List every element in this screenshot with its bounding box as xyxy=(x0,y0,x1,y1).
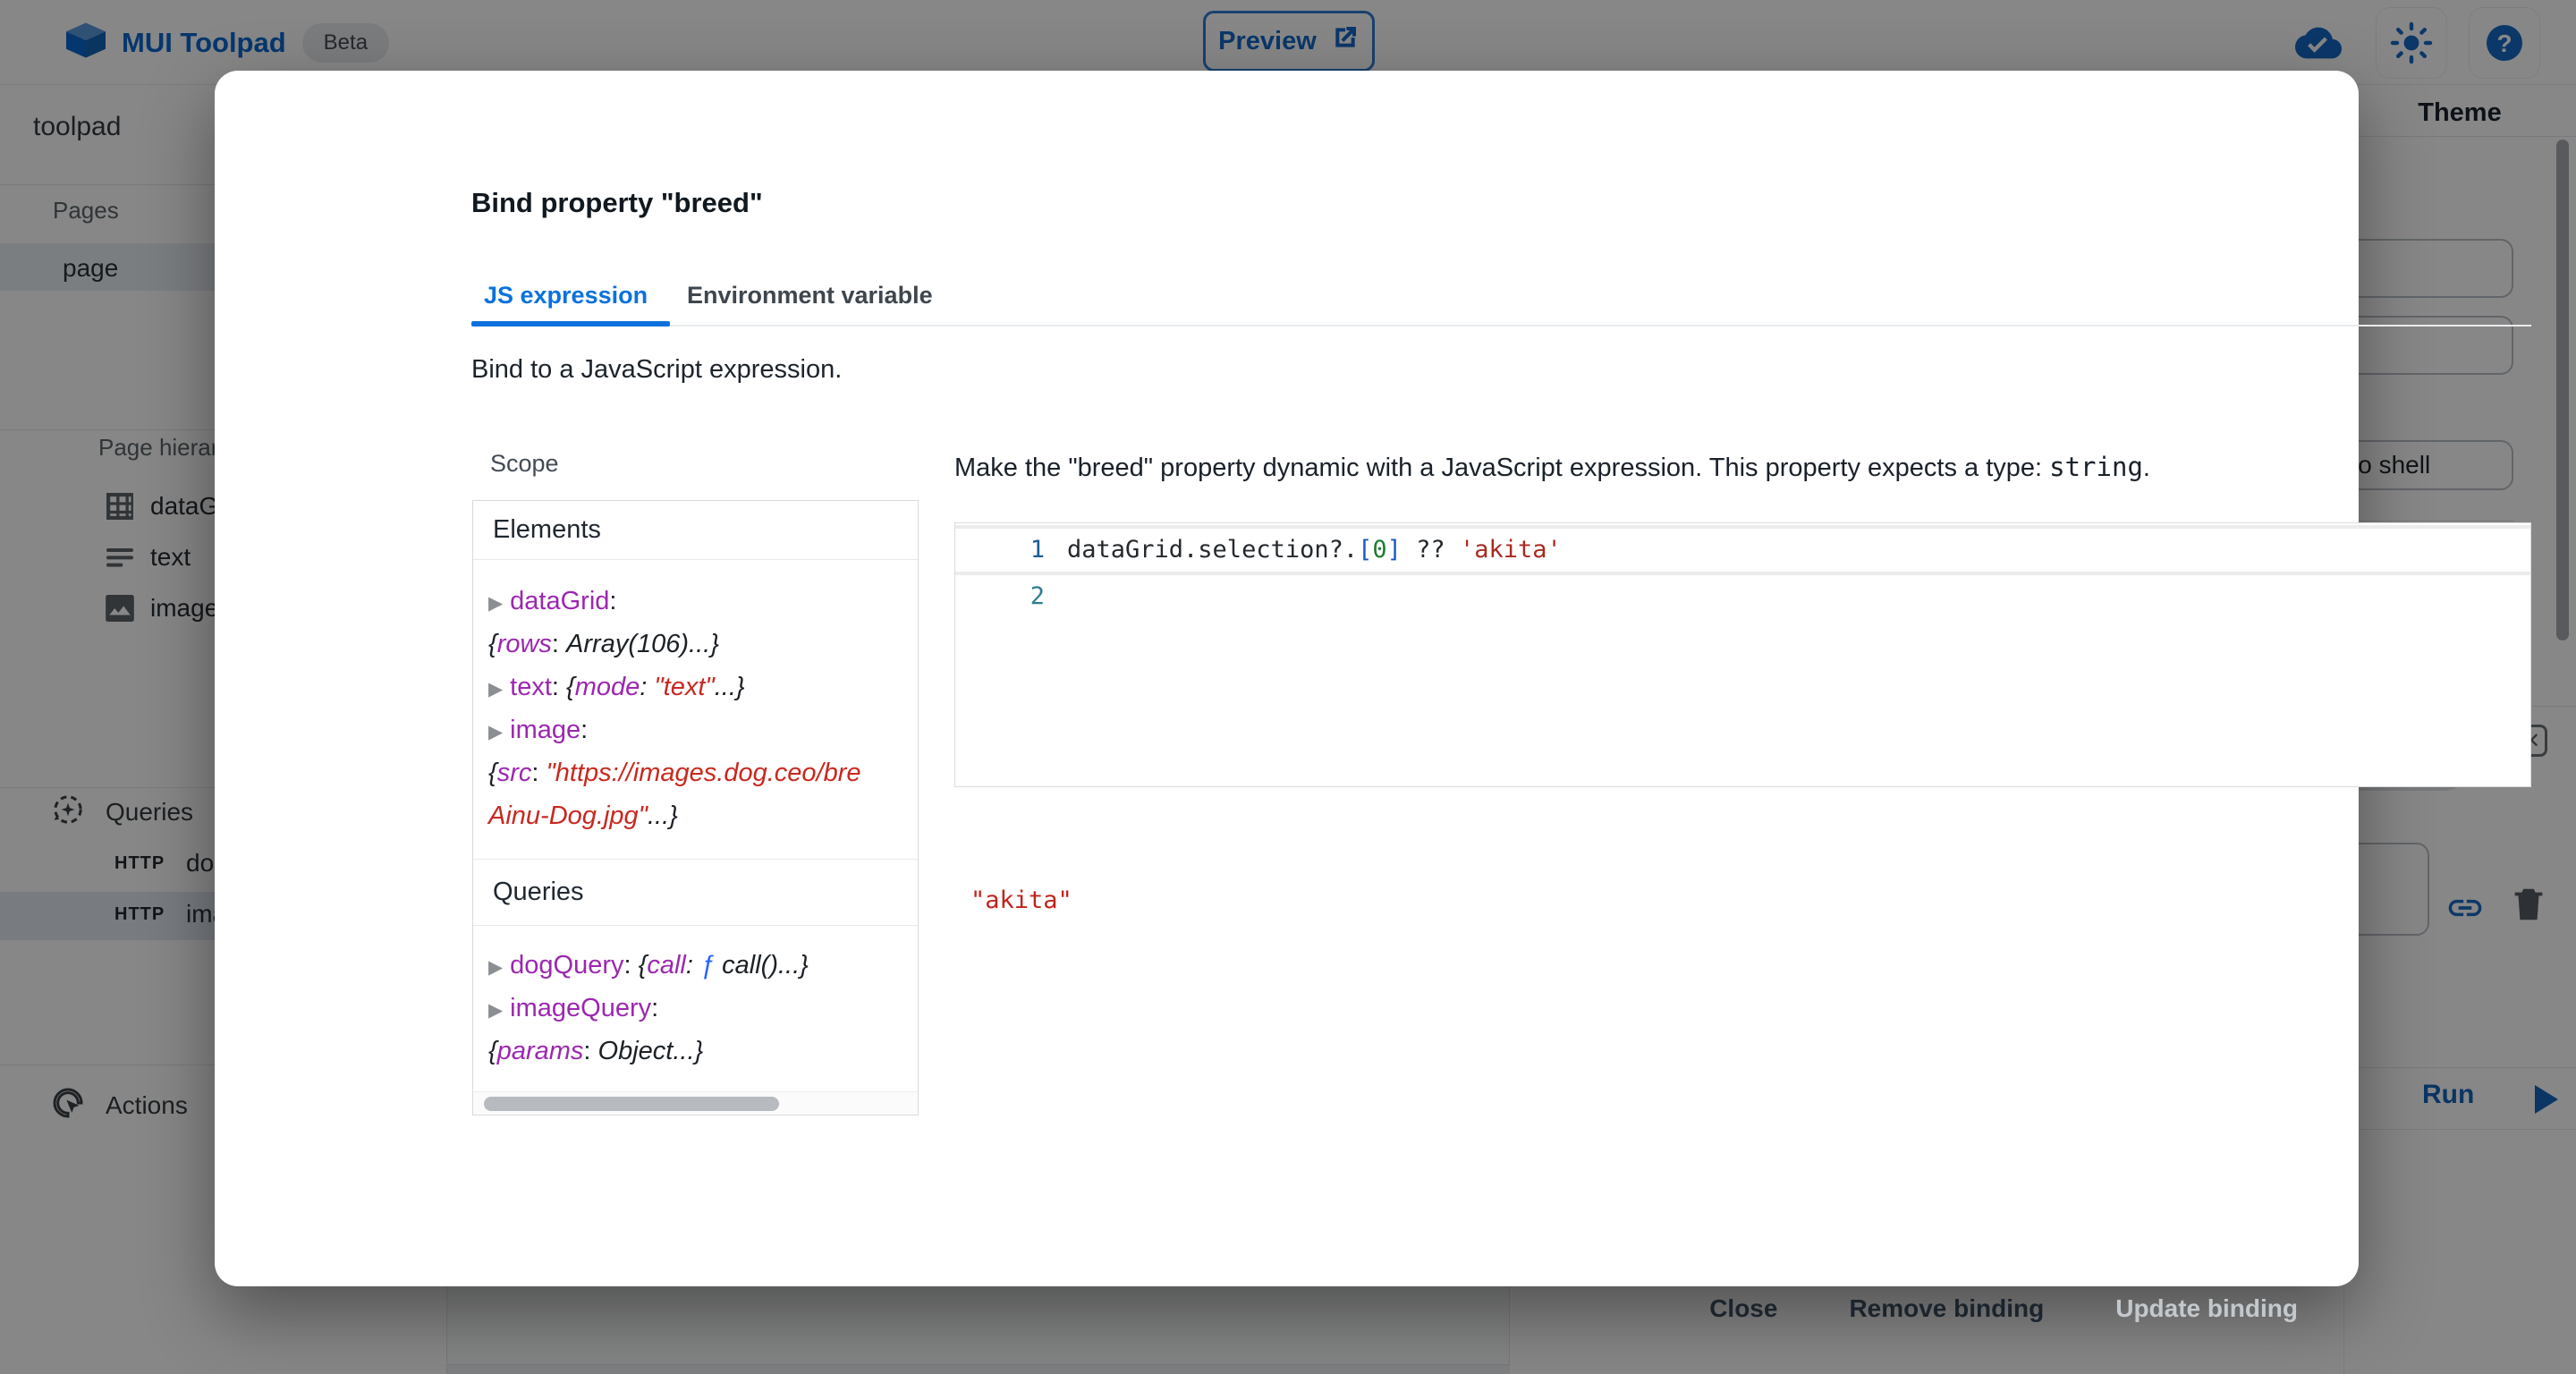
scope-explorer: Elements ▶dataGrid: {rows: Array(106)...… xyxy=(472,500,919,1115)
binding-instruction: Make the "breed" property dynamic with a… xyxy=(954,452,2150,483)
evaluation-result: "akita" xyxy=(970,886,1072,914)
dialog-description: Bind to a JavaScript expression. xyxy=(471,355,842,385)
tree-row-imagequery-preview: {params: Object...} xyxy=(473,1030,918,1073)
dialog-actions: Close Remove binding Update binding xyxy=(1684,1285,2323,1332)
queries-group-header: Queries xyxy=(473,859,918,926)
active-tab-indicator xyxy=(471,321,670,327)
tree-row-datagrid[interactable]: ▶dataGrid: xyxy=(473,580,918,623)
elements-group-header: Elements xyxy=(473,501,918,560)
remove-binding-button[interactable]: Remove binding xyxy=(1824,1285,2069,1332)
expected-type: string xyxy=(2049,452,2143,482)
line-number: 1 xyxy=(955,529,1045,572)
editor-line-2[interactable]: 2 xyxy=(955,575,2530,618)
update-binding-button[interactable]: Update binding xyxy=(2090,1285,2323,1332)
scope-scrollbar-thumb[interactable] xyxy=(484,1097,779,1111)
editor-active-line[interactable]: 1 dataGrid.selection?.[0] ?? 'akita' xyxy=(955,529,2530,572)
tree-row-text[interactable]: ▶text: {mode: "text"...} xyxy=(473,666,918,708)
tree-row-image-preview: {src: "https://images.dog.ceo/bre xyxy=(473,751,918,794)
scope-label: Scope xyxy=(490,450,559,478)
tree-row-imagequery[interactable]: ▶imageQuery: xyxy=(473,987,918,1030)
line-number: 2 xyxy=(955,575,1045,618)
elements-tree: ▶dataGrid: {rows: Array(106)...} ▶text: … xyxy=(473,580,918,837)
tab-environment-variable[interactable]: Environment variable xyxy=(687,282,933,310)
code-line-1[interactable]: dataGrid.selection?.[0] ?? 'akita' xyxy=(1067,529,1562,572)
tabs-divider xyxy=(471,325,2531,327)
close-button[interactable]: Close xyxy=(1684,1285,1802,1332)
tree-row-image[interactable]: ▶image: xyxy=(473,708,918,751)
bind-property-dialog: Bind property "breed" JS expression Envi… xyxy=(215,71,2359,1286)
js-expression-editor[interactable]: 1 dataGrid.selection?.[0] ?? 'akita' 2 xyxy=(954,522,2531,787)
queries-tree: ▶dogQuery: {call: ƒ call()...} ▶imageQue… xyxy=(473,944,918,1073)
dialog-title: Bind property "breed" xyxy=(471,187,763,219)
tab-js-expression[interactable]: JS expression xyxy=(484,282,648,310)
tree-row-datagrid-preview: {rows: Array(106)...} xyxy=(473,623,918,666)
instruction-suffix: . xyxy=(2143,454,2150,482)
tree-row-image-preview-wrap: Ainu-Dog.jpg"...} xyxy=(473,794,918,837)
instruction-text: Make the "breed" property dynamic with a… xyxy=(954,454,2049,482)
tree-row-dogquery[interactable]: ▶dogQuery: {call: ƒ call()...} xyxy=(473,944,918,987)
scope-scrollbar-track[interactable] xyxy=(473,1091,918,1115)
